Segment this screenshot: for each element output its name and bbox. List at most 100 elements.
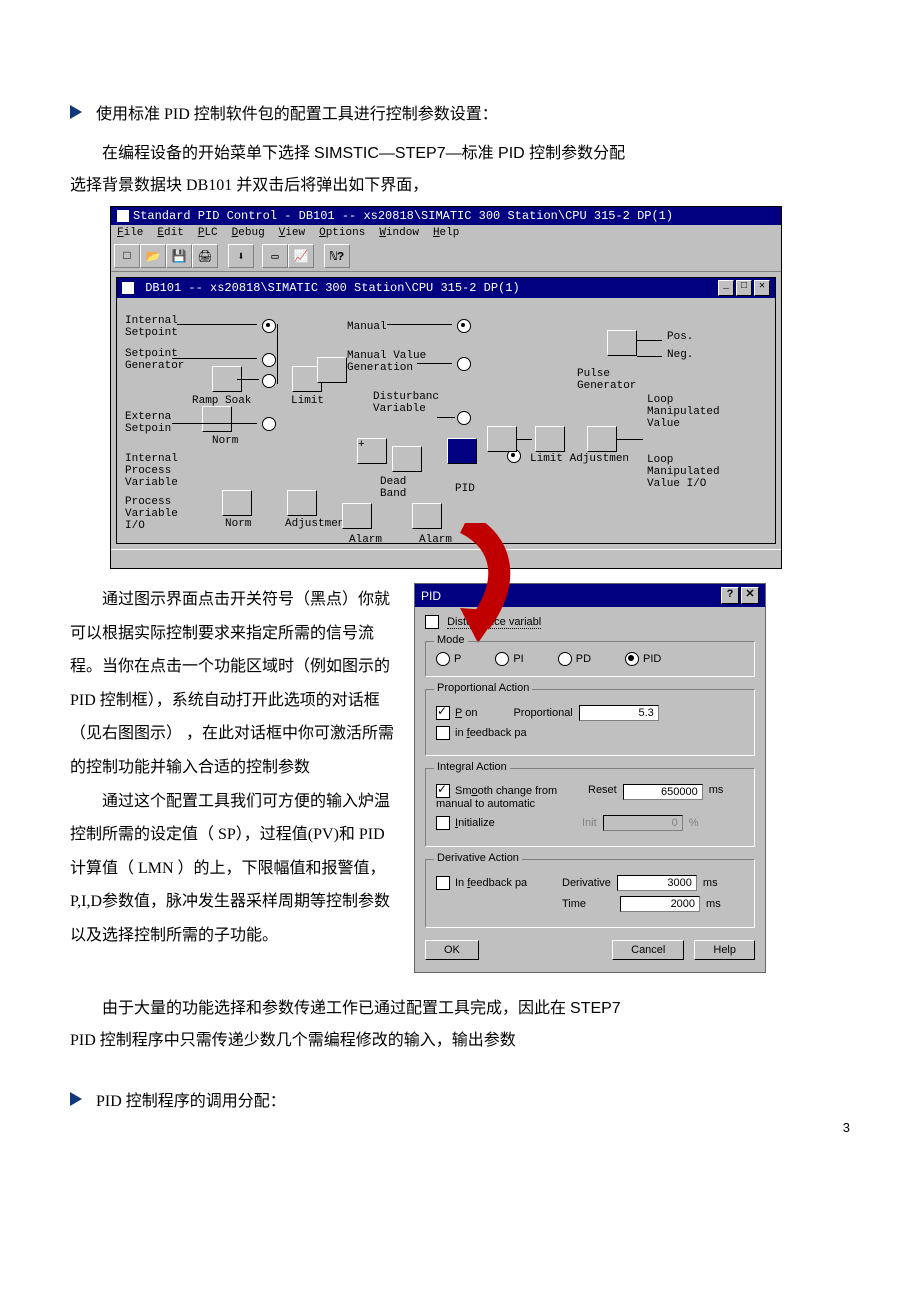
time-value-input[interactable]: 2000 <box>620 896 700 912</box>
integral-title: Integral Action <box>434 761 510 773</box>
tb-help[interactable]: ℕ? <box>324 244 350 268</box>
time-unit: ms <box>706 898 721 910</box>
chk-p-feedback[interactable]: in feedback pa <box>436 726 527 740</box>
txt-p1b: SIMSTIC—STEP7—标准 PID 控制参数分配 <box>314 145 625 162</box>
radio-p[interactable]: P <box>436 652 461 666</box>
radio-ext-sp[interactable] <box>262 417 276 431</box>
lbl-setpoint-gen: Setpoint Generator <box>125 348 184 372</box>
deriv-unit: ms <box>703 877 718 889</box>
group-integral: Integral Action Smooth change from manua… <box>425 768 755 847</box>
tb-open[interactable]: 📂 <box>140 244 166 268</box>
reset-value-input[interactable]: 650000 <box>623 784 703 800</box>
box-norm-pv[interactable] <box>222 490 252 516</box>
menu-file[interactable]: FFileile <box>117 227 143 239</box>
box-pulse[interactable] <box>607 330 637 356</box>
chk-p-on[interactable]: P on <box>436 706 477 720</box>
close-icon[interactable]: ✕ <box>741 587 759 604</box>
chk-smooth[interactable]: Smooth change from manual to automatic <box>436 784 576 810</box>
radio-disturbance[interactable] <box>457 411 471 425</box>
lbl-limit: Limit <box>291 395 324 407</box>
menu-window[interactable]: Window <box>379 227 419 239</box>
radio-pid[interactable]: PID <box>625 652 661 666</box>
bullet-pid-call: PID 控制程序的调用分配： <box>70 1087 850 1111</box>
cancel-button[interactable]: Cancel <box>612 940 684 960</box>
close-button[interactable]: ✕ <box>754 280 770 296</box>
help-button-dlg[interactable]: Help <box>694 940 755 960</box>
mode-title: Mode <box>434 634 468 646</box>
txt-p1a: 在编程设备的开始菜单下选择 <box>102 145 314 162</box>
deriv-value-input[interactable]: 3000 <box>617 875 697 891</box>
titlebar: Standard PID Control - DB101 -- xs20818\… <box>111 207 781 225</box>
radio-man-gen[interactable] <box>457 357 471 371</box>
init-value-input: 0 <box>603 815 683 831</box>
group-mode: Mode P PI PD PID <box>425 641 755 677</box>
box-deadband[interactable] <box>392 446 422 472</box>
lbl-int-pv: Internal Process Variable <box>125 453 178 489</box>
lbl-neg: Neg. <box>667 349 693 361</box>
radio-manual[interactable] <box>457 319 471 333</box>
box-adj-pv[interactable] <box>287 490 317 516</box>
box-norm-sp[interactable] <box>202 406 232 432</box>
para-mid2: 通过这个配置工具我们可方便的输入炉温控制所需的设定值（ SP），过程值(PV)和… <box>70 785 400 953</box>
menu-debug[interactable]: Debug <box>232 227 265 239</box>
inner-title: DB101 -- xs20818\SIMATIC 300 Station\CPU… <box>117 278 775 298</box>
menu-help[interactable]: Help <box>433 227 459 239</box>
box-alarm1[interactable] <box>342 503 372 529</box>
radio-pi[interactable]: PI <box>495 652 523 666</box>
dialog-pid: PID ? ✕ Disturbance variabl Mode P PI PD <box>414 583 766 973</box>
box-man-gen[interactable] <box>317 357 347 383</box>
para-startmenu: 在编程设备的开始菜单下选择 SIMSTIC—STEP7—标准 PID 控制参数分… <box>70 138 850 170</box>
box-pid[interactable] <box>447 438 477 464</box>
prop-value-input[interactable]: 5.3 <box>579 705 659 721</box>
bullet-pid-config: 使用标准 PID 控制软件包的配置工具进行控制参数设置： <box>70 100 850 124</box>
tb-save[interactable]: 💾 <box>166 244 192 268</box>
radio-pd[interactable]: PD <box>558 652 591 666</box>
para-tail2: PID 控制程序中只需传递少数几个需编程修改的输入，输出参数 <box>70 1025 850 1057</box>
group-deriv: Derivative Action In feedback pa Derivat… <box>425 859 755 928</box>
tb-new[interactable]: □ <box>114 244 140 268</box>
tb-download[interactable]: ⬇ <box>228 244 254 268</box>
lbl-pulse-gen: Pulse Generator <box>577 368 636 392</box>
lbl-alarm1: Alarm <box>349 534 382 546</box>
radio-setpoint-gen[interactable] <box>262 353 276 367</box>
chk-d-feedback[interactable]: In feedback pa <box>436 876 556 890</box>
reset-unit: ms <box>709 784 724 796</box>
lbl-manual: Manual <box>347 321 387 333</box>
time-label: Time <box>562 898 586 910</box>
lbl-int-setpoint: Internal Setpoint <box>125 315 178 339</box>
box-sum1[interactable]: + <box>357 438 387 464</box>
bullet1-text: 使用标准 PID 控制软件包的配置工具进行控制参数设置： <box>96 100 498 124</box>
menu-edit[interactable]: Edit <box>157 227 183 239</box>
para-tail1: 由于大量的功能选择和参数传递工作已通过配置工具完成，因此在 STEP7 <box>70 993 850 1025</box>
tb-chart[interactable]: 📈 <box>288 244 314 268</box>
menu-options[interactable]: Options <box>319 227 365 239</box>
prop-title: Proportional Action <box>434 682 532 694</box>
group-prop: Proportional Action P on Proportional 5.… <box>425 689 755 756</box>
radio-ramp[interactable] <box>262 374 276 388</box>
init-label: Init <box>582 817 597 829</box>
box-adjust[interactable] <box>587 426 617 452</box>
lbl-norm1: Norm <box>212 435 238 447</box>
min-button[interactable]: _ <box>718 280 734 296</box>
radio-int-setpoint[interactable] <box>262 319 276 333</box>
title-text: Standard PID Control - DB101 -- xs20818\… <box>133 209 673 223</box>
menubar: FFileile Edit PLC Debug View Options Win… <box>111 225 781 241</box>
lbl-deadband: Dead Band <box>380 476 406 500</box>
tb-monitor[interactable]: ▭ <box>262 244 288 268</box>
window-pid-config: Standard PID Control - DB101 -- xs20818\… <box>110 206 782 569</box>
lbl-norm2: Norm <box>225 518 251 530</box>
init-unit: % <box>689 817 699 829</box>
chk-initialize[interactable]: Initialize <box>436 816 576 830</box>
menu-plc[interactable]: PLC <box>198 227 218 239</box>
lbl-loop-manip-io: Loop Manipulated Value I/O <box>647 454 720 490</box>
box-limit[interactable] <box>535 426 565 452</box>
menu-view[interactable]: View <box>279 227 305 239</box>
help-button[interactable]: ? <box>721 587 739 604</box>
max-button[interactable]: □ <box>736 280 752 296</box>
deriv-title: Derivative Action <box>434 852 522 864</box>
lbl-man-val-gen: Manual Value Generation <box>347 350 426 374</box>
inner-window: DB101 -- xs20818\SIMATIC 300 Station\CPU… <box>116 277 776 544</box>
box-sum2[interactable] <box>487 426 517 452</box>
tb-print[interactable]: 🖨 <box>192 244 218 268</box>
ok-button[interactable]: OK <box>425 940 479 960</box>
